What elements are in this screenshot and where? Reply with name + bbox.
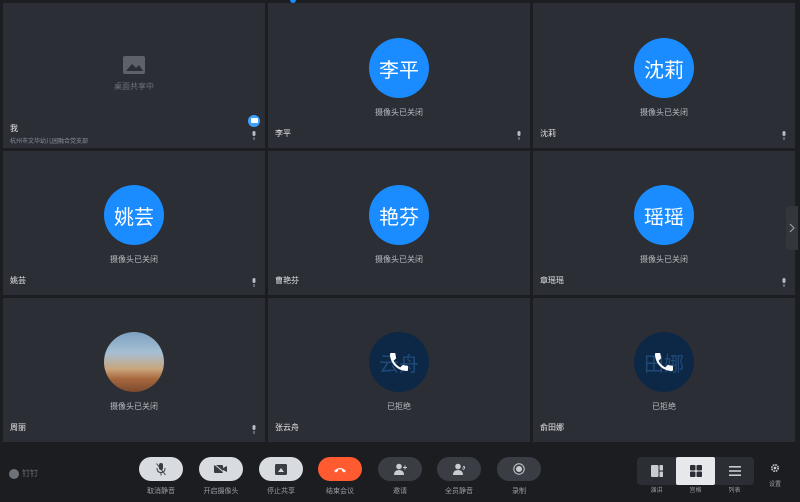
control-label: 录制 <box>512 487 526 495</box>
participant-tile[interactable]: 李平 摄像头已关闭 李平 <box>268 3 530 148</box>
record-button[interactable]: 录制 <box>497 457 541 496</box>
mute-all-icon <box>452 463 466 475</box>
brand-logo: 钉钉 <box>9 468 38 479</box>
call-status: 已拒绝 <box>387 402 411 411</box>
mic-muted-icon <box>782 131 786 140</box>
participant-name: 李平 <box>275 129 291 138</box>
grid-layout-icon <box>689 465 702 477</box>
participant-name: 曹艳芬 <box>275 276 299 285</box>
settings-button[interactable]: 设置 <box>763 463 787 488</box>
dingtalk-logo-icon <box>9 468 19 479</box>
invite-button[interactable]: 邀请 <box>378 457 422 496</box>
participant-name: 沈莉 <box>540 129 556 138</box>
call-status: 已拒绝 <box>652 402 676 411</box>
control-label: 取消静音 <box>147 487 175 495</box>
layout-labels: 演讲 宫格 列表 <box>637 485 754 494</box>
participant-tile[interactable]: 艳芬 摄像头已关闭 曹艳芬 <box>268 151 530 295</box>
add-user-icon <box>393 463 407 475</box>
phone-icon <box>390 353 408 371</box>
participant-name: 俞田娜 <box>540 423 564 432</box>
control-label: 结束会议 <box>326 487 354 495</box>
participant-grid: 桌面共享中 我 杭州市文华幼儿园融合党支部 李平 摄像头已关闭 李平 沈莉 摄像… <box>3 3 795 447</box>
participant-tile-self[interactable]: 桌面共享中 我 杭州市文华幼儿园融合党支部 <box>3 3 265 148</box>
control-label: 全员静音 <box>445 487 473 495</box>
avatar: 沈莉 <box>634 38 694 98</box>
record-icon <box>513 463 525 475</box>
participant-tile[interactable]: 姚芸 摄像头已关闭 姚芸 <box>3 151 265 295</box>
mic-muted-icon <box>252 278 256 287</box>
layout-label: 宫格 <box>689 487 702 494</box>
avatar-photo <box>104 332 164 392</box>
camera-button[interactable]: 开启摄像头 <box>199 457 243 496</box>
mute-all-button[interactable]: 全员静音 <box>437 457 481 496</box>
chat-badge-icon[interactable] <box>248 115 260 127</box>
control-label: 邀请 <box>393 487 407 495</box>
participant-name: 姚芸 <box>10 276 26 285</box>
mic-off-icon <box>156 462 166 475</box>
share-status-text: 桌面共享中 <box>114 82 154 91</box>
camera-status: 摄像头已关闭 <box>375 255 423 264</box>
meeting-window: 桌面共享中 我 杭州市文华幼儿园融合党支部 李平 摄像头已关闭 李平 沈莉 摄像… <box>0 0 800 502</box>
gear-icon <box>770 463 780 473</box>
mic-muted-icon <box>517 131 521 140</box>
mic-muted-icon <box>782 278 786 287</box>
participant-tile-declined[interactable]: 云舟 已拒绝 张云舟 <box>268 298 530 442</box>
participant-name: 周丽 <box>10 423 26 432</box>
participant-name: 我 <box>10 124 18 133</box>
hang-up-icon <box>334 467 346 472</box>
control-label: 停止共享 <box>267 487 295 495</box>
mic-muted-icon <box>252 425 256 434</box>
screen-share-icon <box>123 56 145 74</box>
camera-status: 摄像头已关闭 <box>375 108 423 117</box>
speaker-layout-icon <box>650 465 663 477</box>
participant-org: 杭州市文华幼儿园融合党支部 <box>10 138 89 145</box>
end-meeting-button[interactable]: 结束会议 <box>318 457 362 496</box>
camera-off-icon <box>214 464 227 474</box>
avatar-calling: 田娜 <box>634 332 694 392</box>
share-indicator: 桌面共享中 <box>3 55 265 92</box>
layout-gallery-button[interactable] <box>676 457 715 485</box>
chevron-right-icon <box>789 223 795 233</box>
layout-switcher <box>637 457 754 485</box>
share-screen-icon <box>275 463 287 475</box>
participant-tile[interactable]: 摄像头已关闭 周丽 <box>3 298 265 442</box>
unmute-button[interactable]: 取消静音 <box>139 457 183 496</box>
avatar-calling: 云舟 <box>369 332 429 392</box>
phone-icon <box>655 353 673 371</box>
layout-speaker-button[interactable] <box>637 457 676 485</box>
avatar: 瑶瑶 <box>634 185 694 245</box>
camera-status: 摄像头已关闭 <box>110 402 158 411</box>
layout-label: 演讲 <box>650 487 663 494</box>
participant-name: 张云舟 <box>275 423 299 432</box>
participant-tile[interactable]: 沈莉 摄像头已关闭 沈莉 <box>533 3 795 148</box>
mic-muted-icon <box>252 131 256 140</box>
avatar: 艳芬 <box>369 185 429 245</box>
camera-status: 摄像头已关闭 <box>640 255 688 264</box>
settings-label: 设置 <box>768 481 781 488</box>
list-layout-icon <box>728 466 741 476</box>
participant-tile[interactable]: 瑶瑶 摄像头已关闭 章瑶瑶 <box>533 151 795 295</box>
stop-share-button[interactable]: 停止共享 <box>259 457 303 496</box>
participant-tile-declined[interactable]: 田娜 已拒绝 俞田娜 <box>533 298 795 442</box>
layout-label: 列表 <box>728 487 741 494</box>
control-label: 开启摄像头 <box>203 487 239 495</box>
brand-label: 钉钉 <box>22 469 38 478</box>
avatar: 姚芸 <box>104 185 164 245</box>
participant-name: 章瑶瑶 <box>540 276 564 285</box>
next-page-button[interactable] <box>786 206 798 250</box>
meeting-toolbar: 钉钉 取消静音 开启摄像头 停止共享 结束会议 邀请 全员静音 录制 演讲 宫格… <box>0 449 800 502</box>
camera-status: 摄像头已关闭 <box>110 255 158 264</box>
layout-list-button[interactable] <box>715 457 754 485</box>
camera-status: 摄像头已关闭 <box>640 108 688 117</box>
avatar: 李平 <box>369 38 429 98</box>
